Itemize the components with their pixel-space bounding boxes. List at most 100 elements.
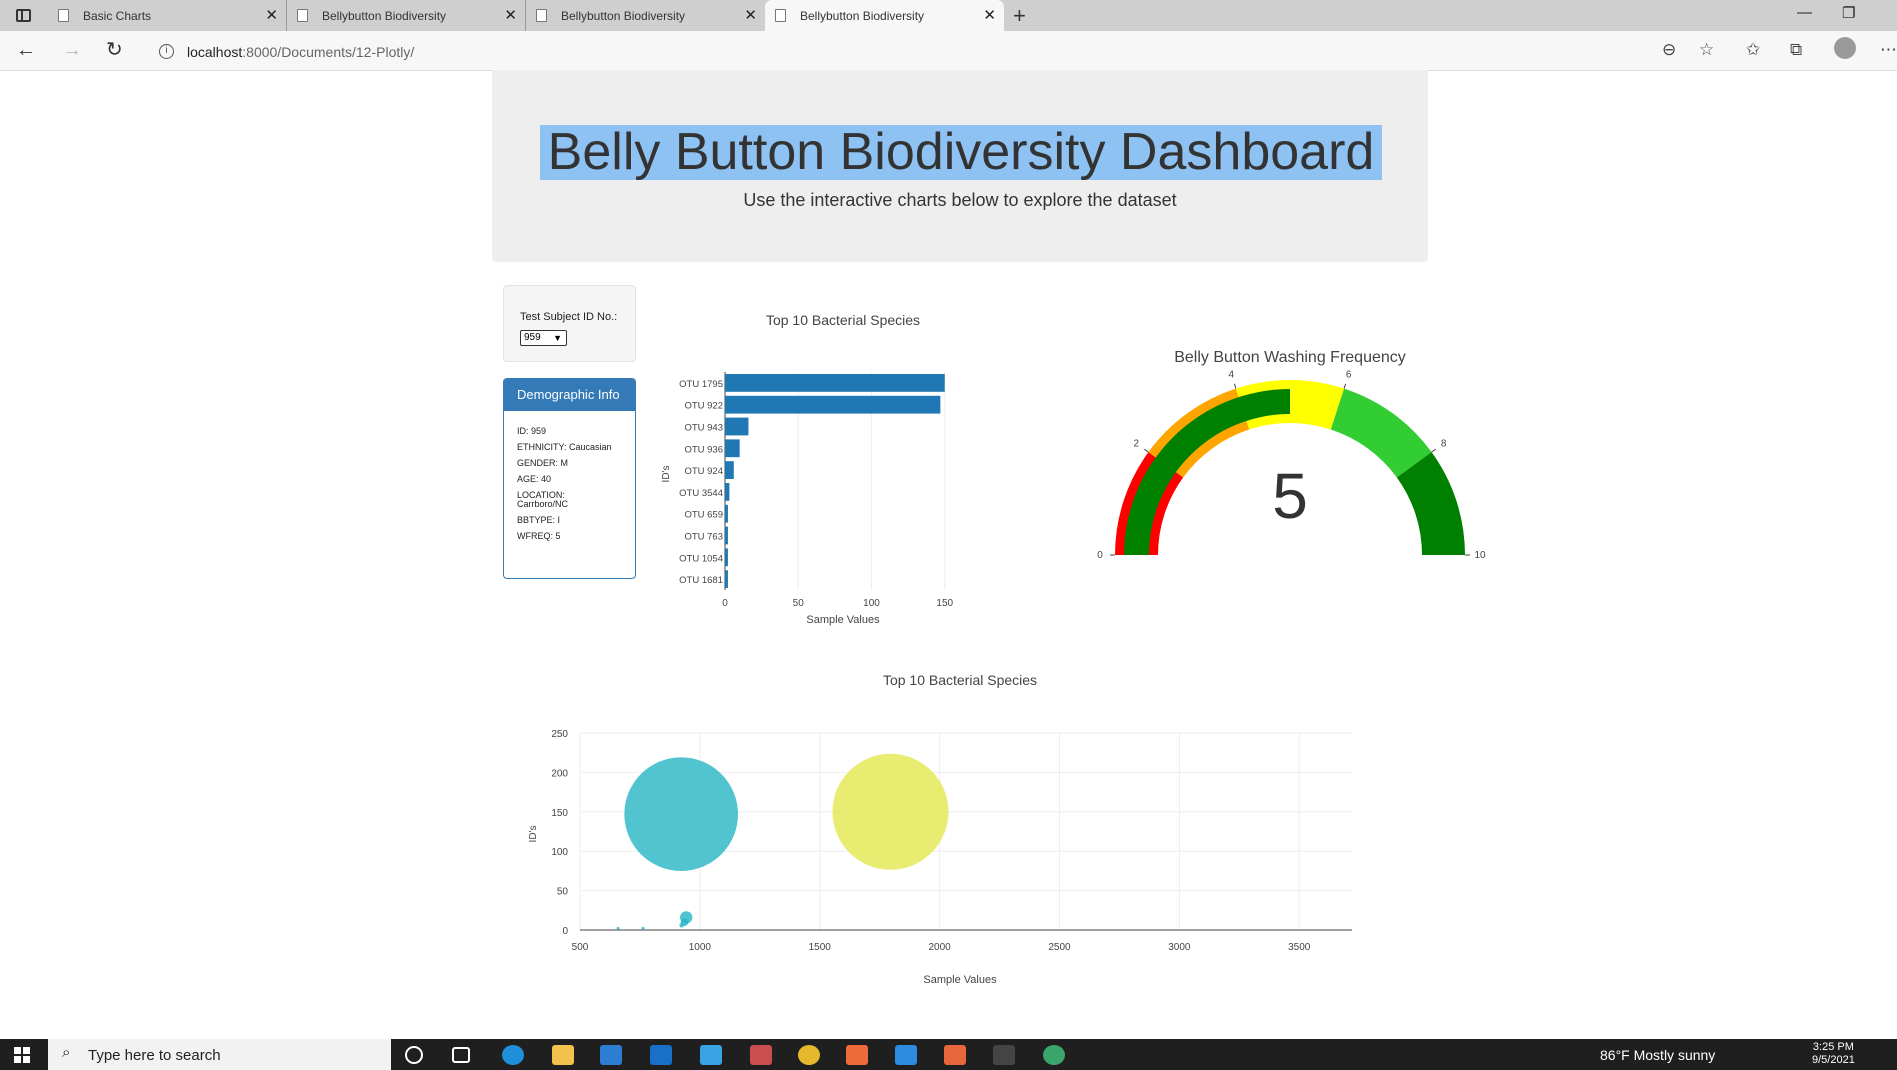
washing-frequency-gauge: Belly Button Washing Frequency 0 2 4 6 8 10 5 — [1097, 349, 1486, 561]
header-jumbotron: Belly Button Biodiversity Dashboard Use … — [492, 70, 1428, 262]
tab-bellybutton-2[interactable]: Bellybutton Biodiversity ✕ — [536, 0, 765, 31]
store-icon[interactable] — [600, 1045, 622, 1065]
app-icon[interactable] — [700, 1045, 722, 1065]
forward-icon[interactable]: → — [62, 39, 82, 61]
demo-line: AGE: 40 — [517, 474, 552, 484]
gauge-tick-label: 4 — [1229, 369, 1235, 380]
more-icon[interactable]: ⋯ — [1880, 40, 1897, 60]
profile-icon[interactable] — [1834, 37, 1856, 59]
chevron-down-icon: ▼ — [553, 333, 562, 343]
git-icon[interactable] — [944, 1045, 966, 1065]
bar[interactable] — [725, 461, 734, 479]
bar-chart-title: Top 10 Bacterial Species — [766, 312, 920, 328]
task-view-icon[interactable] — [452, 1047, 470, 1063]
bubble-ytick-label: 0 — [562, 926, 568, 937]
bubble[interactable] — [832, 753, 949, 870]
bar-category-label: OTU 763 — [684, 532, 723, 543]
subject-id-dropdown[interactable]: 959 ▼ — [520, 330, 567, 346]
app-icon[interactable] — [750, 1045, 772, 1065]
bar-category-label: OTU 1054 — [679, 553, 723, 564]
minimize-icon[interactable]: — — [1797, 4, 1812, 21]
bubble-xtick-label: 500 — [572, 942, 589, 953]
tab-bellybutton-active[interactable]: Bellybutton Biodiversity ✕ — [765, 0, 1004, 31]
edge-icon[interactable] — [502, 1045, 524, 1065]
bar[interactable] — [725, 417, 749, 436]
bar[interactable] — [725, 395, 941, 414]
gauge-tick-label: 6 — [1346, 369, 1352, 380]
taskbar-search-box[interactable]: ⌕ Type here to search — [48, 1039, 391, 1070]
close-tab-icon[interactable]: ✕ — [983, 8, 996, 23]
close-tab-icon[interactable]: ✕ — [744, 8, 757, 23]
windows-start-icon[interactable] — [14, 1047, 30, 1063]
refresh-icon[interactable]: ↻ — [106, 39, 123, 61]
tab-actions-icon[interactable] — [16, 9, 31, 22]
bar[interactable] — [725, 526, 728, 545]
clock-time: 3:25 PM — [1812, 1041, 1854, 1053]
gauge-value: 5 — [1272, 460, 1308, 532]
page-subtitle: Use the interactive charts below to expl… — [743, 190, 1177, 210]
vscode-icon[interactable] — [895, 1045, 917, 1065]
gauge-tick — [1343, 383, 1347, 389]
bar-xtick-label: 150 — [936, 598, 953, 609]
gauge-value-bar — [1124, 389, 1290, 555]
close-tab-icon[interactable]: ✕ — [265, 8, 278, 23]
bar-xtick-label: 0 — [722, 598, 728, 609]
bar[interactable] — [725, 374, 945, 392]
demo-line: GENDER: M — [517, 458, 569, 468]
gauge-tick-label: 0 — [1097, 550, 1103, 561]
bubble[interactable] — [641, 926, 645, 930]
restore-icon[interactable]: ❐ — [1842, 4, 1855, 22]
bar-chart-ylabel: ID's — [661, 466, 672, 483]
bar[interactable] — [725, 504, 728, 523]
bar[interactable] — [725, 570, 728, 588]
bubble-xtick-label: 1000 — [689, 942, 712, 953]
top10-bar-chart: Top 10 Bacterial Species OTU 1795 OTU 922… — [661, 312, 954, 626]
page-icon — [58, 9, 69, 22]
file-explorer-icon[interactable] — [552, 1045, 574, 1065]
bar[interactable] — [725, 439, 740, 458]
bar-xtick-label: 100 — [863, 598, 880, 609]
bubble-ytick-label: 100 — [551, 847, 568, 858]
tab-basic-charts[interactable]: Basic Charts ✕ — [58, 0, 287, 31]
demo-line: LOCATION: Carrboro/NC — [517, 490, 569, 509]
favorite-add-icon[interactable]: ☆ — [1699, 40, 1714, 60]
bar-xtick-label: 50 — [793, 598, 805, 609]
page-icon — [775, 9, 786, 22]
chrome-icon[interactable] — [798, 1045, 820, 1065]
bubble-chart-ylabel: ID's — [528, 826, 539, 843]
bubble-xtick-label: 3500 — [1288, 942, 1311, 953]
info-icon[interactable]: i — [159, 44, 174, 59]
demographic-info-panel: Demographic Info ID: 959 ETHNICITY: Cauc… — [503, 378, 636, 579]
clock[interactable]: 3:25 PM 9/5/2021 — [1812, 1041, 1855, 1067]
bubble[interactable] — [616, 926, 620, 930]
close-tab-icon[interactable]: ✕ — [504, 8, 517, 23]
gauge-tick — [1233, 383, 1237, 389]
bubble[interactable] — [624, 757, 739, 872]
app-icon[interactable] — [846, 1045, 868, 1065]
new-tab-icon[interactable]: + — [1013, 3, 1026, 29]
terminal-icon[interactable] — [993, 1045, 1015, 1065]
favorites-icon[interactable]: ✩ — [1746, 40, 1760, 60]
bar-category-label: OTU 1795 — [679, 379, 723, 390]
cortana-icon[interactable] — [405, 1046, 423, 1064]
app-icon[interactable] — [1043, 1045, 1065, 1065]
url-text: localhost:8000/Documents/12-Plotly/ — [187, 44, 414, 60]
bar[interactable] — [725, 483, 730, 501]
url-path: :8000/Documents/12-Plotly/ — [242, 44, 415, 60]
tab-label: Basic Charts — [83, 8, 152, 23]
weather-widget[interactable]: 86°F Mostly sunny — [1600, 1047, 1715, 1063]
zoom-icon[interactable]: ⊖ — [1662, 40, 1676, 60]
tab-bellybutton-1[interactable]: Bellybutton Biodiversity ✕ — [297, 0, 526, 31]
mail-icon[interactable] — [650, 1045, 672, 1065]
page-icon — [536, 9, 547, 22]
bar-category-label: OTU 659 — [684, 510, 723, 521]
back-icon[interactable]: ← — [16, 39, 36, 61]
bar-category-label: OTU 924 — [684, 466, 723, 477]
gauge-tick — [1144, 448, 1149, 453]
url-field[interactable]: i localhost:8000/Documents/12-Plotly/ — [145, 37, 1715, 66]
collections-icon[interactable]: ⧉ — [1790, 40, 1802, 60]
bubble-ytick-label: 250 — [551, 729, 568, 740]
bubble[interactable] — [679, 922, 684, 928]
bubble-ytick-label: 150 — [551, 808, 568, 819]
bar[interactable] — [725, 548, 728, 567]
